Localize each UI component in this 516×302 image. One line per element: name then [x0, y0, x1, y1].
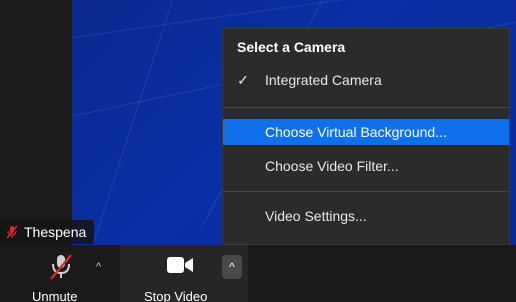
unmute-button[interactable]: Unmute: [20, 245, 100, 302]
menu-item-virtual-background[interactable]: Choose Virtual Background...: [223, 119, 509, 145]
stop-video-button[interactable]: Stop Video: [120, 245, 220, 302]
menu-divider: [223, 107, 509, 108]
video-camera-icon: [167, 257, 193, 273]
video-options-chevron-up-icon[interactable]: ^: [222, 255, 242, 279]
audio-options-chevron-up-icon[interactable]: ^: [96, 261, 101, 273]
check-icon: ✓: [237, 71, 249, 88]
menu-item-video-filter[interactable]: Choose Video Filter...: [223, 153, 509, 179]
menu-item-label: Integrated Camera: [265, 72, 382, 88]
muted-mic-icon: [6, 225, 18, 239]
meeting-toolbar: Unmute ^ Stop Video ^: [0, 245, 516, 302]
menu-item-label: Choose Video Filter...: [265, 158, 399, 174]
zoom-meeting-window: Thespena Select a Camera ✓ Integrated Ca…: [0, 0, 516, 302]
camera-menu: Select a Camera ✓ Integrated Camera Choo…: [222, 28, 510, 245]
left-panel: [0, 0, 72, 245]
menu-header: Select a Camera: [237, 39, 346, 55]
stop-video-label: Stop Video: [144, 289, 208, 302]
participant-name: Thespena: [24, 224, 87, 240]
menu-item-label: Choose Virtual Background...: [265, 124, 447, 140]
microphone-muted-icon: [50, 254, 72, 280]
chevron-glyph: ^: [229, 260, 235, 274]
menu-divider: [223, 191, 509, 192]
menu-item-integrated-camera[interactable]: ✓ Integrated Camera: [223, 67, 509, 93]
participant-name-tag: Thespena: [0, 220, 95, 244]
menu-item-label: Video Settings...: [265, 208, 367, 224]
unmute-label: Unmute: [32, 289, 78, 302]
menu-item-video-settings[interactable]: Video Settings...: [223, 203, 509, 229]
